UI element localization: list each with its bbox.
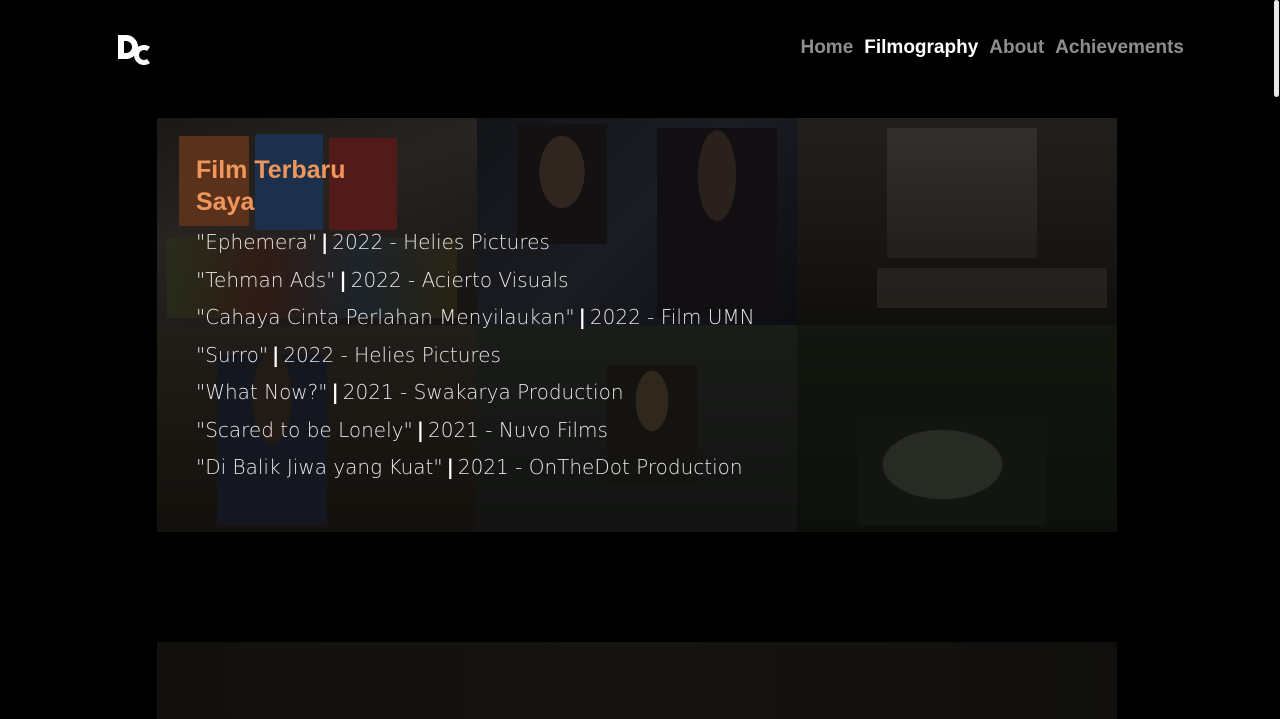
film-separator: | bbox=[272, 342, 280, 367]
main-nav: Home Filmography About Achievements bbox=[800, 37, 1184, 59]
film-title: "Ephemera" bbox=[196, 230, 317, 254]
film-title: "What Now?" bbox=[196, 380, 328, 404]
film-title: "Scared to be Lonely" bbox=[196, 417, 413, 442]
film-detail: 2021 - Nuvo Films bbox=[428, 417, 608, 442]
film-title: "Cahaya Cinta Perlahan Menyilaukan" bbox=[196, 305, 575, 329]
film-item: "Surro" | 2022 - Helies Pictures bbox=[196, 337, 755, 375]
filmography-panel: Film Terbaru Saya "Ephemera" | 2022 - Heli… bbox=[157, 118, 1117, 532]
film-detail: 2022 - Helies Pictures bbox=[283, 342, 501, 367]
film-item: "What Now?" | 2021 - Swakarya Production bbox=[196, 374, 755, 412]
film-detail: 2021 - OnTheDot Production bbox=[457, 455, 743, 479]
film-item: "Di Balik Jiwa yang Kuat" | 2021 - OnTheDo… bbox=[196, 449, 755, 487]
next-section-panel bbox=[157, 642, 1117, 719]
film-list-content: Film Terbaru Saya "Ephemera" | 2022 - Heli… bbox=[196, 154, 755, 487]
dc-logo-icon bbox=[118, 35, 150, 65]
film-separator: | bbox=[578, 305, 586, 329]
film-title: "Tehman Ads" bbox=[196, 267, 336, 292]
film-detail: 2022 - Film UMN bbox=[589, 305, 755, 329]
nav-achievements[interactable]: Achievements bbox=[1055, 37, 1184, 59]
site-logo[interactable] bbox=[116, 33, 156, 69]
film-detail: 2022 - Acierto Visuals bbox=[350, 267, 569, 292]
nav-home[interactable]: Home bbox=[800, 37, 853, 59]
film-detail: 2022 - Helies Pictures bbox=[332, 230, 550, 254]
nav-about[interactable]: About bbox=[989, 37, 1044, 59]
film-title: "Surro" bbox=[196, 342, 269, 367]
film-separator: | bbox=[446, 455, 454, 479]
film-title: "Di Balik Jiwa yang Kuat" bbox=[196, 455, 443, 479]
section-title: Film Terbaru Saya bbox=[196, 156, 346, 216]
film-item: "Ephemera" | 2022 - Helies Pictures bbox=[196, 224, 755, 262]
film-item: "Scared to be Lonely" | 2021 - Nuvo Films bbox=[196, 412, 755, 450]
film-separator: | bbox=[331, 380, 339, 404]
film-separator: | bbox=[339, 267, 347, 292]
film-separator: | bbox=[320, 230, 329, 254]
film-detail: 2021 - Swakarya Production bbox=[342, 380, 624, 404]
film-item: "Cahaya Cinta Perlahan Menyilaukan" | 2022… bbox=[196, 299, 755, 337]
nav-filmography[interactable]: Filmography bbox=[864, 37, 978, 59]
film-separator: | bbox=[416, 417, 424, 442]
page-scrollbar[interactable] bbox=[1272, 0, 1280, 719]
film-item: "Tehman Ads" | 2022 - Acierto Visuals bbox=[196, 262, 755, 300]
film-list: "Ephemera" | 2022 - Helies Pictures "Tehma… bbox=[196, 224, 755, 487]
scrollbar-thumb[interactable] bbox=[1274, 0, 1279, 97]
